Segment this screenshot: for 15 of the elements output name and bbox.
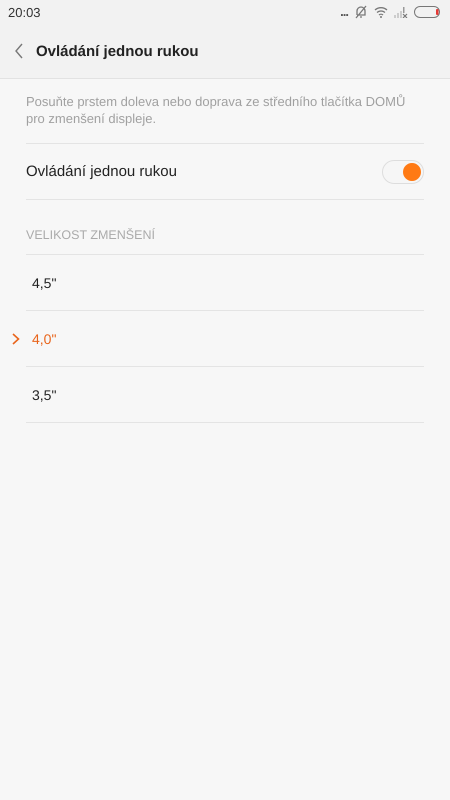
size-option[interactable]: 3,5" — [26, 367, 424, 423]
signal-icon — [394, 6, 408, 18]
toggle-switch[interactable] — [382, 160, 424, 184]
more-dots: ... — [340, 7, 348, 17]
wifi-icon — [374, 6, 388, 18]
description-text: Posuňte prstem doleva nebo doprava ze středního tlačítka DOMŮ pro zmenšení displeje. — [26, 93, 424, 144]
page-title: Ovládání jednou rukou — [36, 42, 199, 60]
status-time: 20:03 — [8, 4, 41, 20]
size-option[interactable]: 4,5" — [26, 255, 424, 311]
chevron-icon — [12, 333, 20, 345]
back-icon — [14, 43, 24, 59]
battery-icon — [414, 6, 442, 18]
muted-bell-icon — [354, 5, 368, 19]
section-header: VELIKOST ZMENŠENÍ — [26, 200, 424, 255]
setting-label: Ovládání jednou rukou — [26, 163, 177, 180]
